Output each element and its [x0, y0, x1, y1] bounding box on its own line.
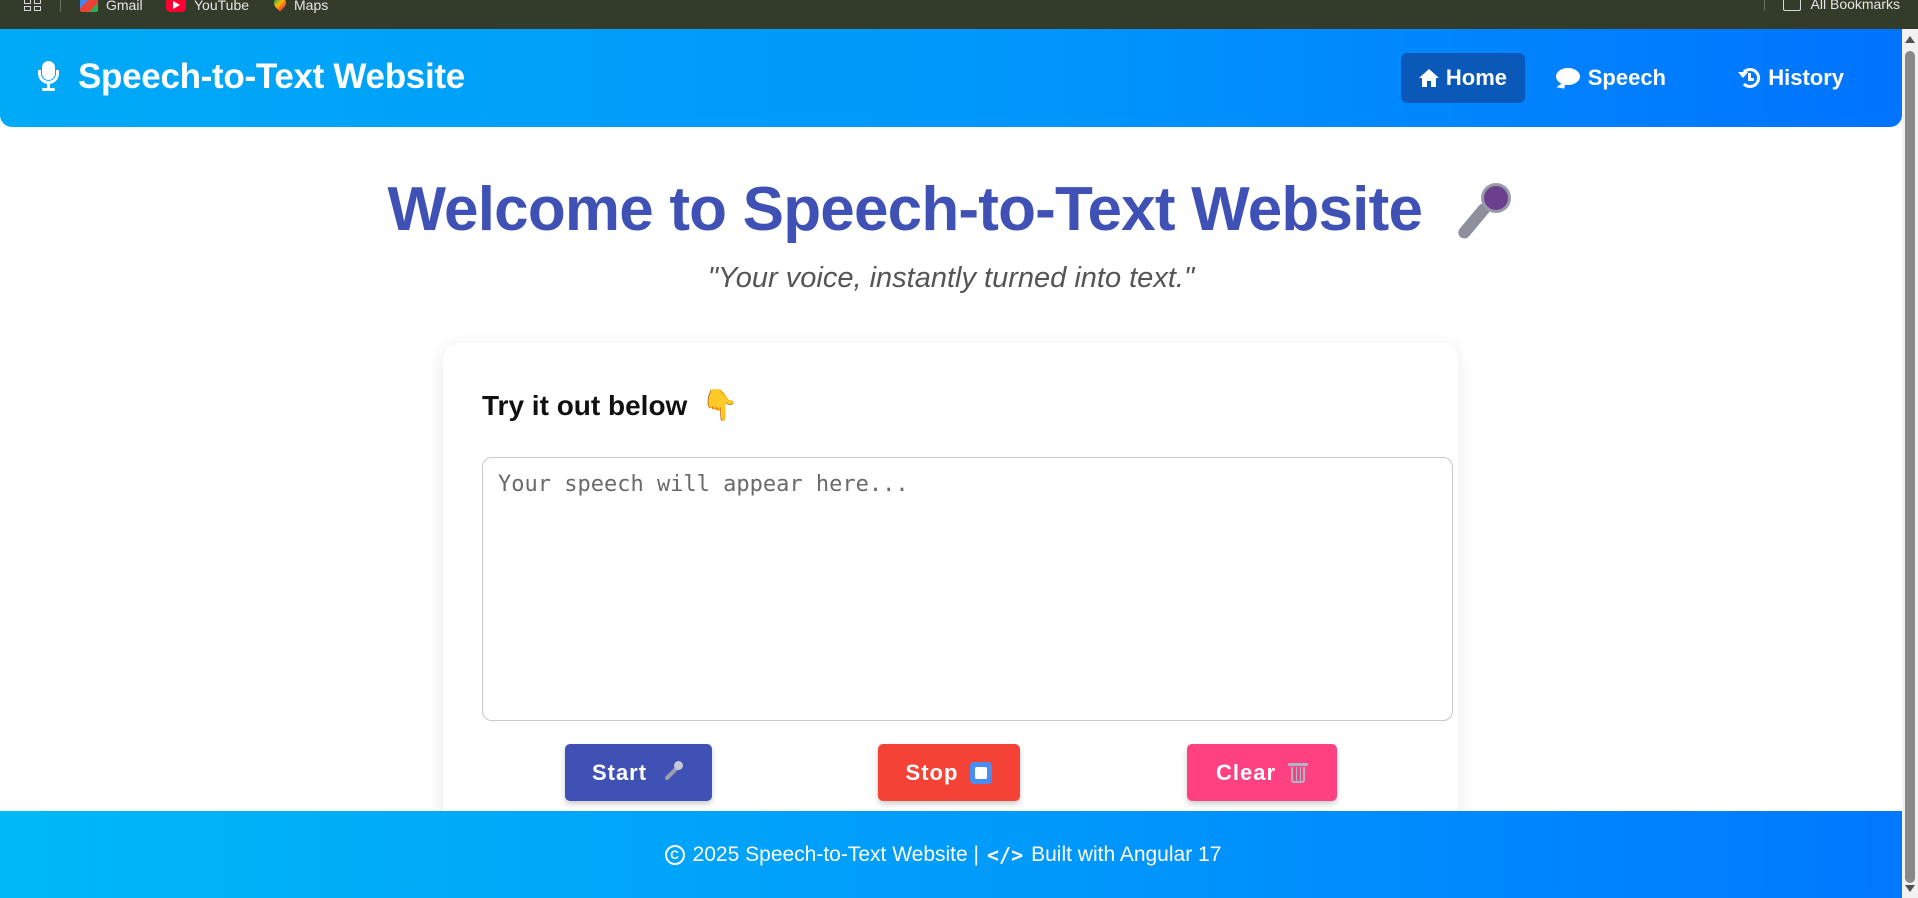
bookmark-label: Gmail — [106, 0, 143, 13]
page-subtitle: "Your voice, instantly turned into text.… — [707, 262, 1195, 294]
start-button-label: Start — [591, 759, 648, 785]
microphone-icon — [36, 59, 64, 95]
folder-icon — [1782, 0, 1801, 11]
nav-history-label: History — [1768, 65, 1844, 90]
bookmarks-divider — [60, 0, 61, 12]
scroll-up-arrow-icon[interactable] — [1905, 36, 1915, 43]
card-title: Try it out below 👇 — [482, 388, 739, 423]
bookmarks-divider — [1763, 0, 1765, 11]
bookmark-label: Maps — [294, 0, 329, 13]
history-icon — [1738, 68, 1761, 88]
clear-button-label: Clear — [1215, 759, 1277, 785]
microphone-icon — [659, 760, 685, 786]
nav-speech[interactable]: Speech — [1538, 53, 1684, 103]
footer: C 2025 Speech-to-Text Website | </> Buil… — [0, 811, 1902, 898]
nav-history[interactable]: History — [1722, 53, 1862, 103]
speech-output-textarea[interactable] — [482, 457, 1453, 721]
pointing-down-icon: 👇 — [701, 388, 739, 423]
brand[interactable]: Speech-to-Text Website — [36, 57, 465, 97]
clear-button[interactable]: Clear — [1187, 744, 1337, 801]
code-icon: </> — [986, 842, 1024, 867]
home-icon — [1419, 69, 1439, 87]
footer-year-text: 2025 Speech-to-Text Website | — [692, 842, 979, 866]
copyright-icon: C — [664, 844, 685, 865]
bookmark-maps[interactable]: Maps — [274, 0, 328, 14]
nav-speech-label: Speech — [1587, 65, 1666, 90]
start-button[interactable]: Start — [565, 744, 712, 801]
gmail-icon — [80, 0, 98, 12]
maps-icon — [274, 0, 286, 13]
nav-home[interactable]: Home — [1401, 53, 1525, 103]
nav-home-label: Home — [1445, 65, 1507, 90]
trash-icon — [1288, 762, 1309, 784]
youtube-icon — [166, 0, 186, 12]
all-bookmarks-label: All Bookmarks — [1810, 0, 1900, 12]
card-title-text: Try it out below — [482, 389, 688, 421]
comment-icon — [1555, 68, 1580, 89]
app-header: Speech-to-Text Website Home Speech Histo… — [0, 29, 1902, 127]
bookmark-label: YouTube — [194, 0, 250, 13]
bookmark-gmail[interactable]: Gmail — [80, 0, 143, 14]
page-title-text: Welcome to Speech-to-Text Website — [387, 175, 1423, 244]
footer-content: C 2025 Speech-to-Text Website | </> Buil… — [664, 842, 1222, 867]
footer-built-with: Built with Angular 17 — [1031, 842, 1222, 866]
scrollbar-thumb[interactable] — [1905, 51, 1915, 883]
stop-icon — [970, 761, 993, 784]
bookmarks-bar: Gmail YouTube Maps All Bookmarks — [0, 0, 1918, 29]
page-title: Welcome to Speech-to-Text Website — [0, 174, 1902, 247]
stop-button-label: Stop — [905, 759, 959, 785]
all-bookmarks[interactable]: All Bookmarks — [1763, 0, 1900, 12]
stop-button[interactable]: Stop — [878, 744, 1020, 801]
scroll-down-arrow-icon[interactable] — [1905, 885, 1915, 892]
speech-card: Try it out below 👇 Start Stop Clear — [443, 343, 1458, 863]
microphone-emoji-icon — [1449, 181, 1515, 247]
brand-title: Speech-to-Text Website — [78, 57, 465, 96]
apps-grid-icon[interactable] — [24, 0, 42, 13]
scrollbar[interactable] — [1902, 29, 1918, 898]
bookmark-youtube[interactable]: YouTube — [166, 0, 249, 14]
